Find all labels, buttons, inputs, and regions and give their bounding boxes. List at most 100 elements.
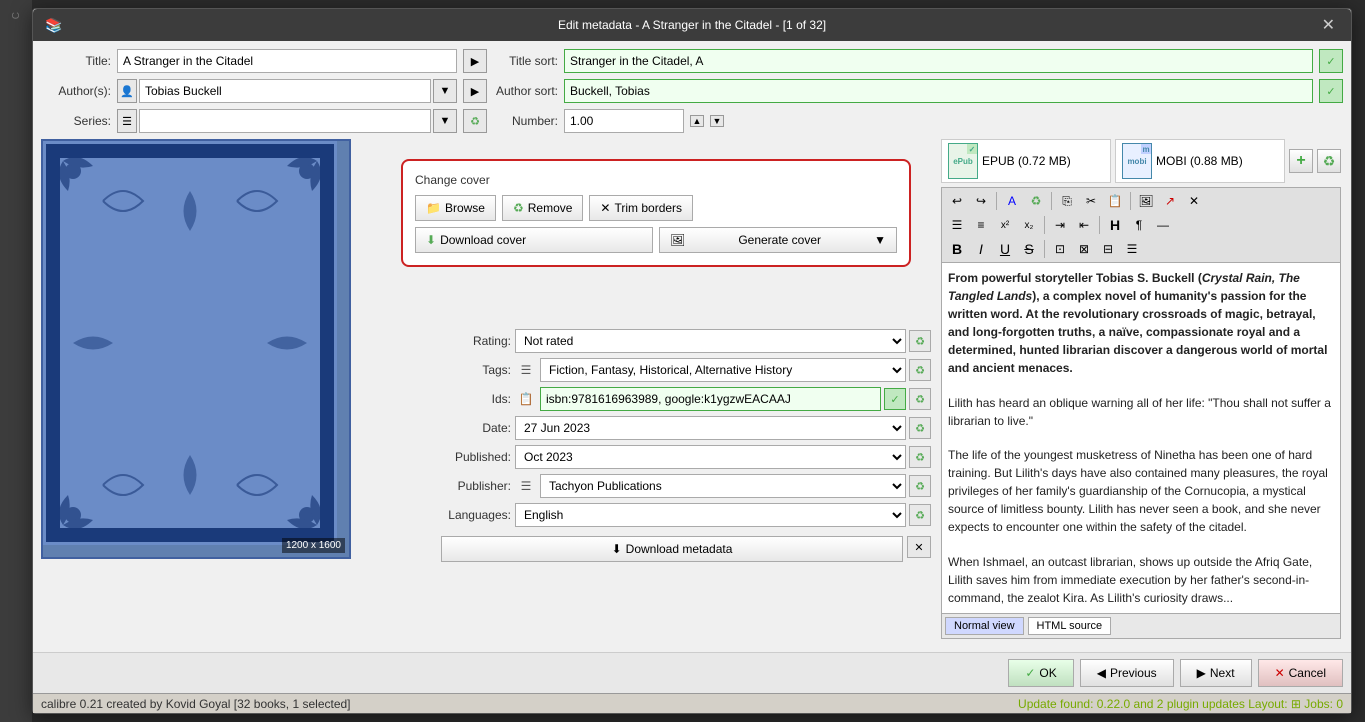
publisher-select[interactable]: Tachyon Publications <box>540 474 906 498</box>
underline-btn[interactable]: U <box>994 238 1016 260</box>
block-right-btn[interactable]: ⊟ <box>1097 238 1119 260</box>
ids-icon[interactable]: 📋 <box>515 388 537 410</box>
authors-arrow-btn[interactable]: ▶ <box>463 79 487 103</box>
align-left-btn[interactable]: ☰ <box>946 214 968 236</box>
highlight-btn[interactable]: ♻ <box>1025 190 1047 212</box>
italic-btn[interactable]: I <box>970 238 992 260</box>
series-list-icon: ☰ <box>117 109 137 133</box>
title-input[interactable] <box>117 49 457 73</box>
tags-list-icon[interactable]: ☰ <box>515 359 537 381</box>
copy-btn[interactable]: ⎘ <box>1056 190 1078 212</box>
browse-button[interactable]: 📁 Browse <box>415 195 496 221</box>
change-cover-dialog: Change cover 📁 Browse ♻ Remove ✕ Trim b <box>401 159 911 267</box>
block-center-btn[interactable]: ⊠ <box>1073 238 1095 260</box>
published-select[interactable]: Oct 2023 <box>515 445 906 469</box>
cut-btn[interactable]: ✂ <box>1080 190 1102 212</box>
number-down[interactable]: ▼ <box>710 115 724 127</box>
cover-buttons-row: 📁 Browse ♻ Remove ✕ Trim borders <box>415 195 897 221</box>
number-up[interactable]: ▲ <box>690 115 704 127</box>
languages-select[interactable]: English <box>515 503 906 527</box>
download-cover-button[interactable]: ⬇ Download cover <box>415 227 653 253</box>
rating-refresh[interactable]: ♻ <box>909 330 931 352</box>
title-sort-input[interactable] <box>564 49 1313 73</box>
html-source-btn[interactable]: HTML source <box>1028 617 1112 635</box>
publisher-refresh[interactable]: ♻ <box>909 475 931 497</box>
epub-format[interactable]: ✓ ePub EPUB (0.72 MB) <box>941 139 1111 183</box>
indent-btn[interactable]: ⇥ <box>1049 214 1071 236</box>
undo-btn[interactable]: ↩ <box>946 190 968 212</box>
img-btn[interactable]: 🖼 <box>1135 190 1157 212</box>
title-sort-label: Title sort: <box>493 54 558 68</box>
mobi-format[interactable]: m mobi MOBI (0.88 MB) <box>1115 139 1285 183</box>
superscript-btn[interactable]: x² <box>994 214 1016 236</box>
bold-btn[interactable]: B <box>946 238 968 260</box>
redo-btn[interactable]: ↪ <box>970 190 992 212</box>
published-refresh[interactable]: ♻ <box>909 446 931 468</box>
tags-refresh[interactable]: ♻ <box>909 359 931 381</box>
comments-panel: ✓ ePub EPUB (0.72 MB) m mobi MOBI (0.88 <box>941 139 1341 619</box>
number-input[interactable] <box>564 109 684 133</box>
align-center-btn[interactable]: ≡ <box>970 214 992 236</box>
authors-dropdown[interactable]: ▼ <box>433 79 457 103</box>
strike-btn[interactable]: S <box>1018 238 1040 260</box>
publisher-list-icon[interactable]: ☰ <box>515 475 537 497</box>
color-btn[interactable]: A <box>1001 190 1023 212</box>
title-sort-check[interactable]: ✓ <box>1319 49 1343 73</box>
link-btn[interactable]: ↗ <box>1159 190 1181 212</box>
next-button[interactable]: ▶ Next <box>1180 659 1252 687</box>
previous-button[interactable]: ◀ Previous <box>1080 659 1174 687</box>
ids-refresh[interactable]: ♻ <box>909 388 931 410</box>
trim-icon: ✕ <box>600 201 610 215</box>
statusbar-left: calibre 0.21 created by Kovid Goyal [32 … <box>41 697 351 711</box>
ok-button[interactable]: ✓ OK <box>1008 659 1073 687</box>
ids-input[interactable] <box>540 387 881 411</box>
date-refresh[interactable]: ♻ <box>909 417 931 439</box>
languages-label: Languages: <box>441 508 511 522</box>
trim-borders-button[interactable]: ✕ Trim borders <box>589 195 693 221</box>
mobi-label: MOBI (0.88 MB) <box>1156 154 1243 168</box>
statusbar: calibre 0.21 created by Kovid Goyal [32 … <box>33 693 1351 713</box>
series-refresh-btn[interactable]: ♻ <box>463 109 487 133</box>
hr-btn[interactable]: — <box>1152 214 1174 236</box>
book-cover[interactable]: 1200 x 1600 <box>41 139 351 559</box>
date-select[interactable]: 27 Jun 2023 <box>515 416 906 440</box>
style-btn[interactable]: ¶ <box>1128 214 1150 236</box>
ids-row: Ids: 📋 ✓ ♻ <box>441 387 931 411</box>
previous-icon: ◀ <box>1097 666 1106 680</box>
paste-btn[interactable]: 📋 <box>1104 190 1126 212</box>
cancel-icon: ✕ <box>1275 666 1285 680</box>
justify-btn[interactable]: ☰ <box>1121 238 1143 260</box>
block-left-btn[interactable]: ⊡ <box>1049 238 1071 260</box>
download-metadata-area: ⬇ Download metadata ✕ <box>441 536 931 562</box>
rating-select[interactable]: Not rated 123 45 <box>515 329 906 353</box>
add-format-btn[interactable]: + <box>1289 149 1313 173</box>
languages-refresh[interactable]: ♻ <box>909 504 931 526</box>
download-metadata-button[interactable]: ⬇ Download metadata <box>441 536 903 562</box>
subscript-btn[interactable]: x₂ <box>1018 214 1040 236</box>
rating-label: Rating: <box>441 334 511 348</box>
outdent-btn[interactable]: ⇤ <box>1073 214 1095 236</box>
heading-btn[interactable]: H <box>1104 214 1126 236</box>
generate-cover-button[interactable]: 🖼 Generate cover ▼ <box>659 227 897 253</box>
normal-view-btn[interactable]: Normal view <box>945 617 1024 635</box>
series-row: Series: ☰ ▼ ♻ Number: ▲ ▼ <box>41 109 1343 133</box>
ok-icon: ✓ <box>1025 666 1035 680</box>
remove-button[interactable]: ♻ Remove <box>502 195 583 221</box>
clear-metadata-btn[interactable]: ✕ <box>907 536 931 558</box>
next-icon: ▶ <box>1197 666 1206 680</box>
remove-icon: ♻ <box>513 201 524 215</box>
cancel-button[interactable]: ✕ Cancel <box>1258 659 1343 687</box>
title-arrow-btn[interactable]: ▶ <box>463 49 487 73</box>
series-dropdown[interactable]: ▼ <box>433 109 457 133</box>
series-input[interactable] <box>139 109 431 133</box>
authors-input[interactable] <box>139 79 431 103</box>
tags-select[interactable]: Fiction, Fantasy, Historical, Alternativ… <box>540 358 906 382</box>
titlebar: 📚 Edit metadata - A Stranger in the Cita… <box>33 9 1351 41</box>
ids-check[interactable]: ✓ <box>884 388 906 410</box>
comments-body[interactable]: From powerful storyteller Tobias S. Buck… <box>942 263 1340 613</box>
author-sort-check[interactable]: ✓ <box>1319 79 1343 103</box>
clear-fmt-btn[interactable]: ✕ <box>1183 190 1205 212</box>
author-sort-input[interactable] <box>564 79 1313 103</box>
close-button[interactable]: ✕ <box>1318 15 1339 35</box>
remove-format-btn[interactable]: ♻ <box>1317 149 1341 173</box>
